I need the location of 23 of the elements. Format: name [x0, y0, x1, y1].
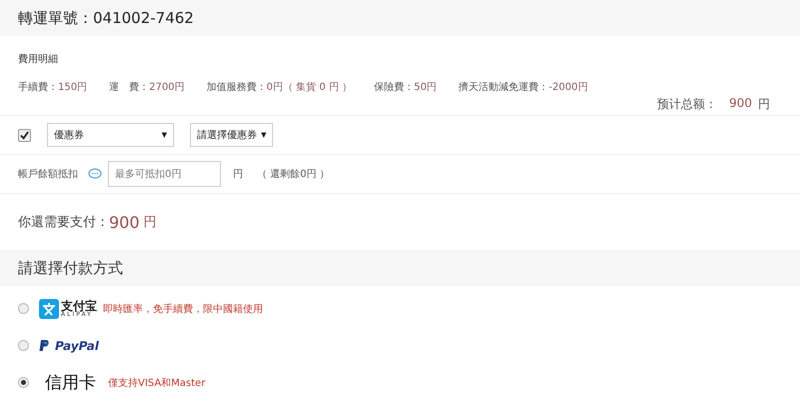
balance-unit: 円	[233, 168, 243, 181]
section-title: 請選擇付款方式	[18, 258, 123, 278]
amount-due-value: 900	[109, 212, 140, 232]
amount-due-unit: 円	[144, 214, 157, 231]
alipay-logo-text: 支付宝	[61, 300, 97, 312]
credit-card-label: 信用卡	[45, 372, 96, 394]
fee-item: 加值服務費：0円（ 集貨 0 円 ）	[206, 80, 352, 94]
order-number-title: 轉運單號：041002-7462	[18, 8, 194, 28]
fee-item: 擠天活動減免運費：-2000円	[458, 80, 588, 94]
balance-label: 帳戶餘額抵扣	[18, 168, 78, 181]
fee-item: 運 費：2700円	[109, 80, 185, 94]
balance-remaining: （ 還剩餘0円 ）	[257, 168, 330, 181]
fee-item: 手續費：150円	[18, 80, 88, 94]
payment-note: 即時匯率，免手續費，限中國籍使用	[103, 302, 263, 316]
total-unit: 円	[758, 96, 770, 113]
balance-input[interactable]: 最多可抵扣0円	[108, 161, 221, 187]
total-value: 900	[729, 96, 752, 112]
payment-note: 僅支持VISA和Master	[108, 376, 206, 390]
paypal-logo-text: PayPal	[55, 338, 99, 352]
fee-item: 保險費：50円	[374, 80, 437, 94]
section-title: 費用明細	[18, 52, 59, 66]
amount-due-label: 你還需要支付：	[18, 214, 109, 231]
total-label: 预计总额：	[657, 96, 718, 113]
